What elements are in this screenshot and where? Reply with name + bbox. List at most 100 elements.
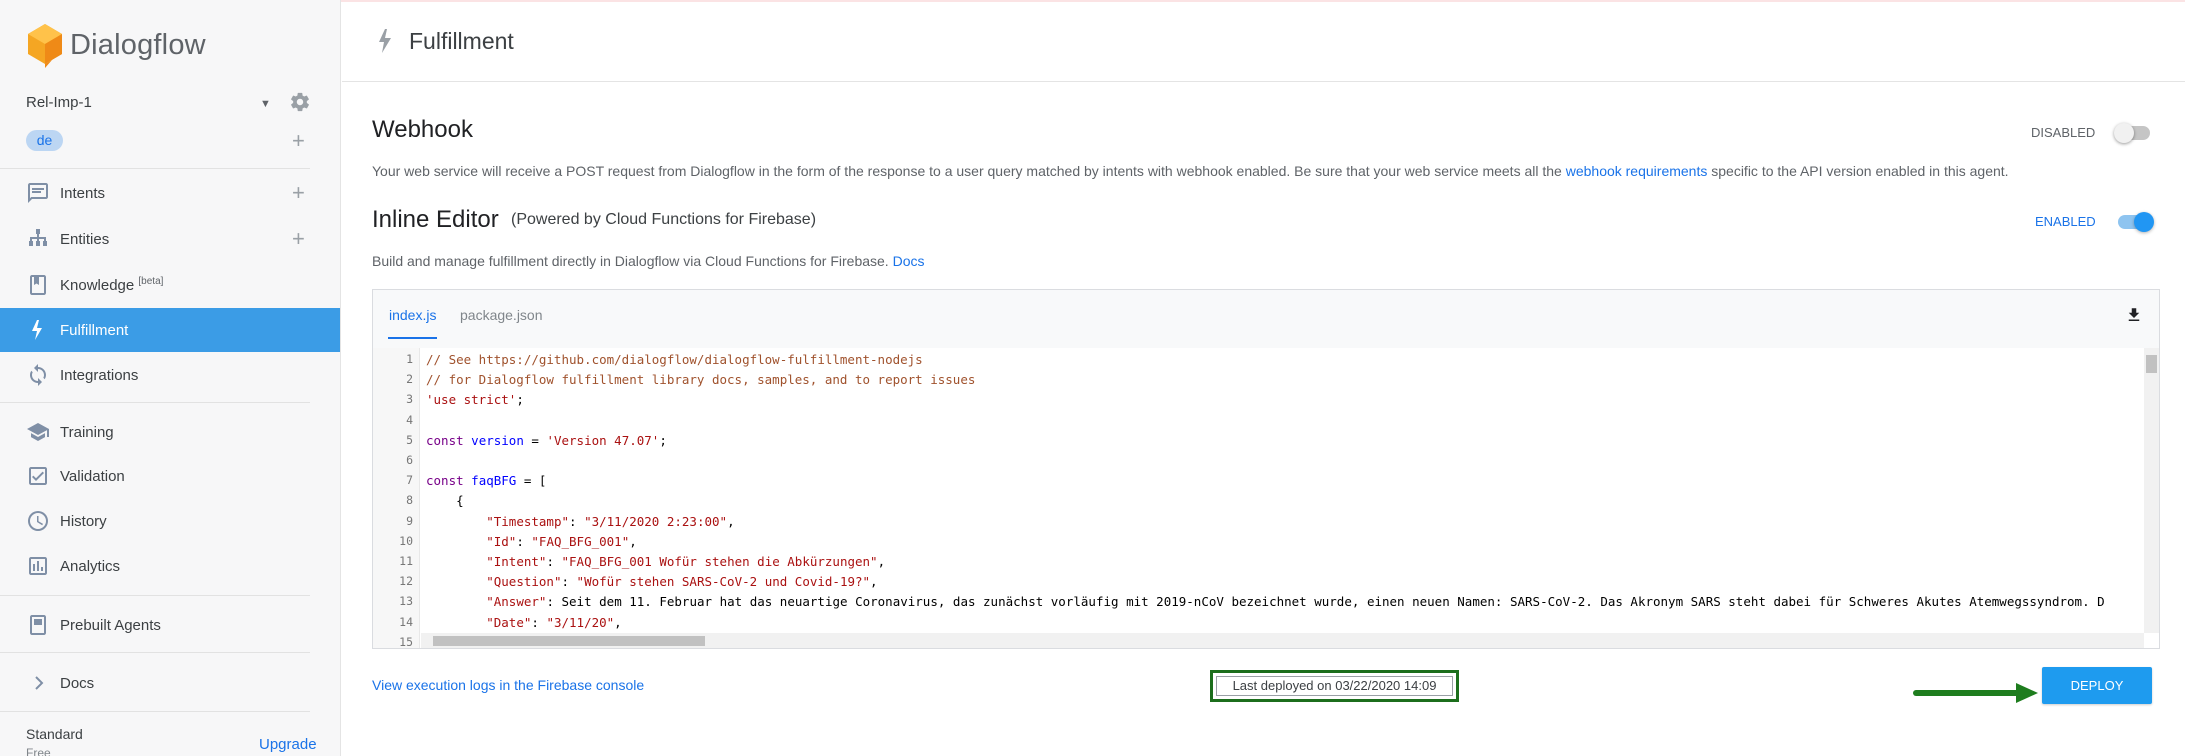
line-number: 12 [399, 574, 413, 589]
add-entity-icon[interactable]: + [292, 226, 305, 252]
agent-selector[interactable]: Rel-Imp-1 [26, 94, 92, 111]
toggle-knob [2134, 212, 2154, 232]
webhook-title: Webhook [372, 116, 473, 143]
code-line[interactable]: "Question": "Wofür stehen SARS-CoV-2 und… [426, 574, 877, 589]
code-line[interactable]: // See https://github.com/dialogflow/dia… [426, 352, 923, 367]
sidebar-item-label: Integrations [60, 366, 139, 384]
webhook-desc-text: Your web service will receive a POST req… [372, 163, 1566, 179]
code-line[interactable]: "Intent": "FAQ_BFG_001 Wofür stehen die … [426, 554, 885, 569]
dialogflow-logo-icon [28, 24, 62, 68]
divider [0, 711, 310, 712]
sidebar-item-label: Training [60, 423, 114, 441]
language-badge[interactable]: de [26, 130, 63, 151]
sidebar-item-history[interactable]: History [0, 499, 340, 543]
divider [0, 652, 310, 653]
docs-link[interactable]: Docs [893, 253, 925, 269]
editor-tab-bar: index.js package.json [373, 290, 2159, 348]
code-line[interactable]: { [426, 493, 464, 508]
webhook-desc-text-end: specific to the API version enabled in t… [1707, 163, 2009, 179]
check-box-icon [29, 467, 47, 485]
page-title: Fulfillment [409, 28, 514, 54]
active-tab-indicator [388, 337, 437, 339]
line-number-gutter: 1 2 3 4 5 6 7 8 9 10 11 12 13 14 15 [373, 348, 420, 648]
chat-icon [28, 183, 48, 203]
logo-text: Dialogflow [70, 28, 206, 61]
caret-down-icon[interactable]: ▼ [260, 98, 271, 110]
code-line[interactable]: // for Dialogflow fulfillment library do… [426, 372, 975, 387]
inline-editor-toggle[interactable] [2118, 212, 2154, 232]
add-language-icon[interactable]: + [292, 130, 305, 152]
sidebar-item-label: History [60, 512, 107, 530]
sidebar-item-knowledge[interactable]: Knowledge [beta] [0, 263, 340, 307]
deploy-status-highlight: Last deployed on 03/22/2020 14:09 [1210, 670, 1459, 702]
code-line[interactable]: "Id": "FAQ_BFG_001", [426, 534, 637, 549]
plan-name: Standard [26, 726, 83, 742]
sidebar-item-training[interactable]: Training [0, 410, 340, 454]
scrollbar-thumb[interactable] [2146, 355, 2157, 373]
upgrade-link[interactable]: Upgrade [259, 736, 317, 753]
book-icon [30, 275, 46, 295]
inline-editor-title: Inline Editor [372, 206, 499, 233]
gear-icon[interactable] [289, 91, 311, 113]
webhook-description: Your web service will receive a POST req… [372, 163, 2009, 179]
integrations-icon [30, 364, 46, 386]
tab-package-json[interactable]: package.json [460, 307, 543, 323]
chevron-right-icon [35, 676, 44, 690]
sidebar: Dialogflow Rel-Imp-1 ▼ de + Intents + En… [0, 0, 341, 756]
inline-desc-text: Build and manage fulfillment directly in… [372, 253, 893, 269]
code-editor: index.js package.json 1 2 3 4 5 6 7 8 9 10 11 12 13 1… [372, 289, 2160, 649]
bolt-icon [379, 29, 391, 53]
code-line[interactable]: 'use strict'; [426, 392, 524, 407]
code-line[interactable]: const faqBFG = [ [426, 473, 546, 488]
execution-logs-link[interactable]: View execution logs in the Firebase cons… [372, 677, 644, 693]
tab-index-js[interactable]: index.js [389, 307, 436, 323]
code-line[interactable]: "Date": "3/11/20", [426, 615, 621, 630]
logo[interactable]: Dialogflow [26, 22, 206, 68]
line-number: 1 [406, 352, 413, 366]
sidebar-item-integrations[interactable]: Integrations [0, 353, 340, 397]
line-number: 3 [406, 392, 413, 407]
sidebar-item-intents[interactable]: Intents + [0, 171, 340, 215]
line-number: 9 [406, 513, 413, 528]
code-line[interactable]: "Timestamp": "3/11/2020 2:23:00", [426, 514, 734, 529]
sidebar-item-fulfillment[interactable]: Fulfillment [0, 308, 340, 352]
sidebar-item-label: Knowledge [beta] [60, 276, 164, 294]
sidebar-item-label: Analytics [60, 557, 121, 575]
line-number: 5 [406, 432, 413, 447]
sidebar-item-label: Entities [60, 230, 110, 248]
deploy-button[interactable]: DEPLOY [2042, 667, 2152, 704]
code-line[interactable]: "Answer": Seit dem 11. Februar hat das n… [426, 594, 2104, 609]
bar-chart-icon [29, 557, 47, 575]
webhook-requirements-link[interactable]: webhook requirements [1566, 163, 1708, 179]
plan-edition: Free [26, 746, 51, 756]
inline-editor-subtitle: (Powered by Cloud Functions for Firebase… [511, 211, 817, 228]
code-area[interactable]: 1 2 3 4 5 6 7 8 9 10 11 12 13 14 15 // See https://git… [373, 348, 2159, 648]
sidebar-item-label: Intents [60, 184, 106, 202]
sidebar-item-analytics[interactable]: Analytics [0, 544, 340, 588]
sidebar-item-prebuilt-agents[interactable]: Prebuilt Agents [0, 603, 340, 647]
sidebar-item-entities[interactable]: Entities + [0, 217, 340, 261]
sidebar-item-validation[interactable]: Validation [0, 454, 340, 498]
vertical-scrollbar[interactable] [2144, 348, 2159, 633]
graduation-cap-icon [27, 423, 49, 441]
horizontal-scrollbar[interactable] [421, 633, 2144, 648]
webhook-toggle[interactable] [2114, 123, 2150, 143]
add-intent-icon[interactable]: + [292, 180, 305, 206]
toggle-knob [2114, 123, 2134, 143]
line-number: 14 [399, 614, 413, 629]
entities-icon [29, 229, 47, 246]
code-line[interactable]: const version = 'Version 47.07'; [426, 433, 667, 448]
webhook-status-label: DISABLED [2031, 125, 2096, 140]
inline-editor-description: Build and manage fulfillment directly in… [372, 253, 925, 269]
line-number: 15 [399, 634, 413, 648]
line-number: 6 [406, 453, 413, 467]
sidebar-item-docs[interactable]: Docs [0, 661, 340, 705]
clock-icon [28, 511, 48, 531]
page-header [342, 0, 2185, 82]
divider [0, 402, 310, 403]
download-icon[interactable] [2125, 306, 2143, 324]
divider [0, 168, 310, 169]
scrollbar-thumb[interactable] [433, 636, 705, 646]
sidebar-item-label: Prebuilt Agents [60, 616, 161, 634]
sidebar-item-label: Docs [60, 674, 95, 692]
